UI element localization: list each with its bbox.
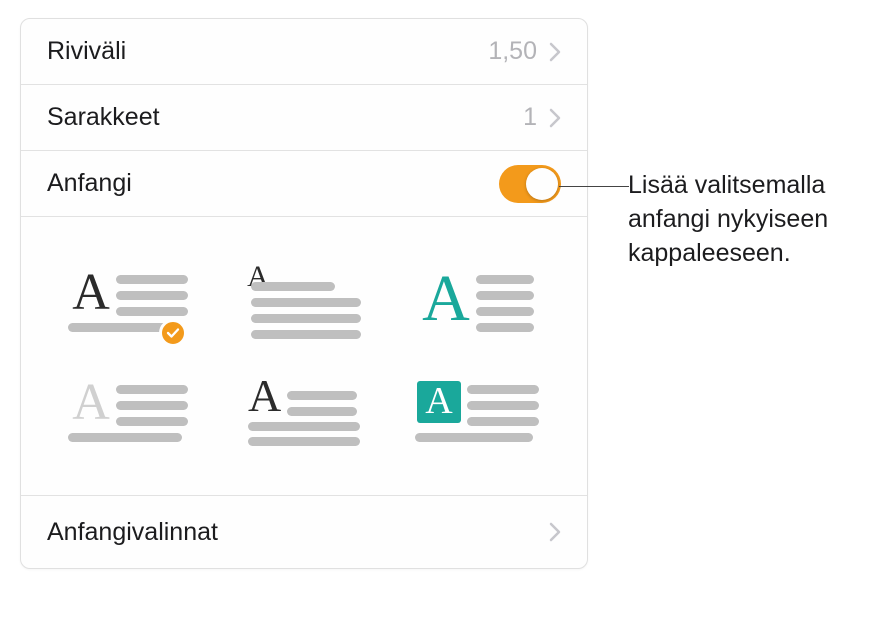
line-spacing-row[interactable]: Riviväli 1,50: [21, 19, 587, 85]
line-spacing-value-group: 1,50: [488, 37, 561, 66]
chevron-right-icon: [549, 42, 561, 62]
columns-value: 1: [523, 103, 537, 132]
dropcap-thumb-icon: A: [417, 381, 538, 442]
dropcap-options-row[interactable]: Anfangivalinnat: [21, 496, 587, 568]
check-icon: [159, 319, 187, 347]
dropcap-toggle[interactable]: [499, 165, 561, 203]
dropcap-style-3[interactable]: A: [401, 261, 555, 341]
dropcap-thumb-icon: A: [72, 381, 188, 442]
dropcap-thumb-icon: A: [422, 271, 534, 332]
columns-row[interactable]: Sarakkeet 1: [21, 85, 587, 151]
dropcap-label: Anfangi: [47, 169, 132, 198]
dropcap-options-label: Anfangivalinnat: [47, 518, 218, 547]
dropcap-row: Anfangi: [21, 151, 587, 217]
columns-value-group: 1: [523, 103, 561, 132]
line-spacing-value: 1,50: [488, 37, 537, 66]
callout-leader-line: [559, 186, 629, 187]
line-spacing-label: Riviväli: [47, 37, 126, 66]
dropcap-style-2[interactable]: A: [227, 261, 381, 341]
chevron-right-icon: [549, 108, 561, 128]
format-panel: Riviväli 1,50 Sarakkeet 1 Anfangi A: [20, 18, 588, 569]
toggle-knob: [526, 168, 558, 200]
chevron-right-icon: [549, 522, 561, 542]
dropcap-style-5[interactable]: A: [227, 371, 381, 451]
dropcap-thumb-icon: A: [247, 264, 361, 339]
columns-label: Sarakkeet: [47, 103, 160, 132]
dropcap-thumb-icon: A: [248, 376, 360, 445]
dropcap-style-6[interactable]: A: [401, 371, 555, 451]
dropcap-style-4[interactable]: A: [53, 371, 207, 451]
callout-text: Lisää valitsemalla anfangi nykyiseen kap…: [628, 169, 868, 270]
dropcap-style-1[interactable]: A: [53, 261, 207, 341]
dropcap-styles-grid: A A: [21, 217, 587, 496]
